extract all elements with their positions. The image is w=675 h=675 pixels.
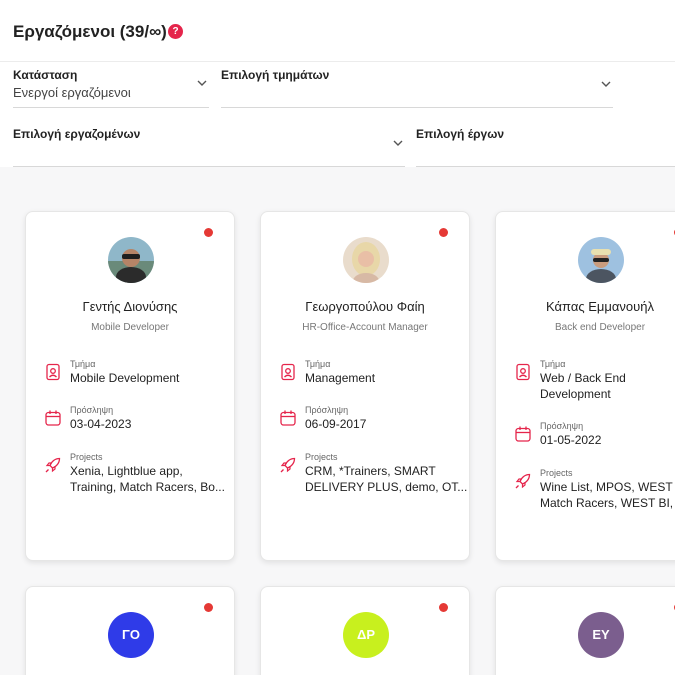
department-info: Τμήμα Mobile Development (44, 359, 234, 391)
projects-label: Projects (305, 452, 338, 462)
projects-info: Projects Wine List, MPOS, WEST AZ Match … (514, 468, 675, 516)
hire-date-value: 01-05-2022 (540, 433, 602, 447)
projects-info: Projects CRM, *Trainers, SMART DELIVERY … (279, 452, 469, 500)
department-label: Τμήμα (540, 359, 566, 369)
department-label: Τμήμα (70, 359, 96, 369)
employee-card[interactable]: ΔΡ (260, 586, 470, 675)
avatar (108, 237, 154, 283)
hire-date-info: Πρόσληψη 01-05-2022 (514, 421, 675, 453)
badge-icon (516, 363, 530, 381)
projects-value-line2: DELIVERY PLUS, demo, OT... (305, 480, 468, 494)
departments-filter-label: Επιλογή τμημάτων (221, 68, 330, 82)
employee-card[interactable]: Κάπας Εμμανουήλ Back end Developer Τμήμα… (495, 211, 675, 561)
department-value: Management (305, 371, 376, 385)
hire-date-value: 03-04-2023 (70, 417, 132, 431)
employee-card[interactable]: ΓΟ (25, 586, 235, 675)
projects-filter-label: Επιλογή έργων (416, 127, 505, 141)
department-info: Τμήμα Management (279, 359, 469, 391)
calendar-icon (280, 410, 296, 426)
status-dot (439, 603, 448, 612)
help-badge-icon[interactable]: ? (168, 24, 183, 39)
department-label: Τμήμα (305, 359, 331, 369)
avatar-initials: ΔΡ (343, 612, 389, 658)
employees-filter[interactable]: Επιλογή εργαζομένων (13, 127, 405, 167)
projects-value-line1: Xenia, Lightblue app, (70, 464, 183, 478)
projects-value-line1: CRM, *Trainers, SMART (305, 464, 436, 478)
projects-filter[interactable]: Επιλογή έργων (416, 127, 675, 167)
employee-name: Γεωργοπούλου Φαίη (305, 299, 425, 314)
hire-date-label: Πρόσληψη (305, 405, 349, 415)
avatar-initials: ΓΟ (108, 612, 154, 658)
page-header: Εργαζόμενοι (39/∞) ? (0, 0, 675, 62)
employee-card[interactable]: Γεντής Διονύσης Mobile Developer Τμήμα M… (25, 211, 235, 561)
department-value-line2: Development (540, 387, 611, 401)
page-title: Εργαζόμενοι (39/∞) (13, 22, 167, 41)
employee-name: Κάπας Εμμανουήλ (546, 299, 654, 314)
rocket-icon (515, 473, 531, 489)
employee-role: Mobile Developer (91, 322, 169, 333)
projects-value-line2: Match Racers, WEST BI, *T (540, 496, 675, 510)
employee-role: Back end Developer (554, 322, 646, 333)
hire-date-label: Πρόσληψη (540, 421, 584, 431)
employee-card[interactable]: ΕΥ (495, 586, 675, 675)
status-dot (204, 228, 213, 237)
status-filter-label: Κατάσταση (13, 68, 78, 82)
hire-date-info: Πρόσληψη 06-09-2017 (279, 405, 469, 437)
avatar (578, 237, 624, 283)
avatar (343, 237, 389, 283)
badge-icon (46, 363, 60, 381)
hire-date-label: Πρόσληψη (70, 405, 114, 415)
chevron-down-icon[interactable] (393, 138, 403, 148)
employees-filter-label: Επιλογή εργαζομένων (13, 127, 141, 141)
status-dot (204, 603, 213, 612)
department-value-line1: Web / Back End (540, 371, 626, 385)
chevron-down-icon[interactable] (197, 78, 207, 88)
projects-value-line1: Wine List, MPOS, WEST AZ (540, 480, 675, 494)
projects-info: Projects Xenia, Lightblue app, Training,… (44, 452, 234, 500)
employee-role: HR-Office-Account Manager (302, 322, 428, 333)
employee-grid: Γεντής Διονύσης Mobile Developer Τμήμα M… (0, 167, 675, 675)
employee-card[interactable]: Γεωργοπούλου Φαίη HR-Office-Account Mana… (260, 211, 470, 561)
projects-label: Projects (70, 452, 103, 462)
projects-value-line2: Training, Match Racers, Bo... (70, 480, 225, 494)
hire-date-value: 06-09-2017 (305, 417, 367, 431)
calendar-icon (515, 426, 531, 442)
hire-date-info: Πρόσληψη 03-04-2023 (44, 405, 234, 437)
departments-filter[interactable]: Επιλογή τμημάτων (221, 68, 613, 108)
status-filter-value: Ενεργοί εργαζόμενοι (13, 85, 131, 100)
rocket-icon (45, 457, 61, 473)
rocket-icon (280, 457, 296, 473)
department-value: Mobile Development (70, 371, 180, 385)
projects-label: Projects (540, 468, 573, 478)
status-dot (439, 228, 448, 237)
department-info: Τμήμα Web / Back End Development (514, 359, 675, 407)
employee-name: Γεντής Διονύσης (82, 299, 178, 314)
badge-icon (281, 363, 295, 381)
calendar-icon (45, 410, 61, 426)
chevron-down-icon[interactable] (601, 79, 611, 89)
status-filter[interactable]: Κατάσταση Ενεργοί εργαζόμενοι (13, 68, 209, 108)
avatar-initials: ΕΥ (578, 612, 624, 658)
